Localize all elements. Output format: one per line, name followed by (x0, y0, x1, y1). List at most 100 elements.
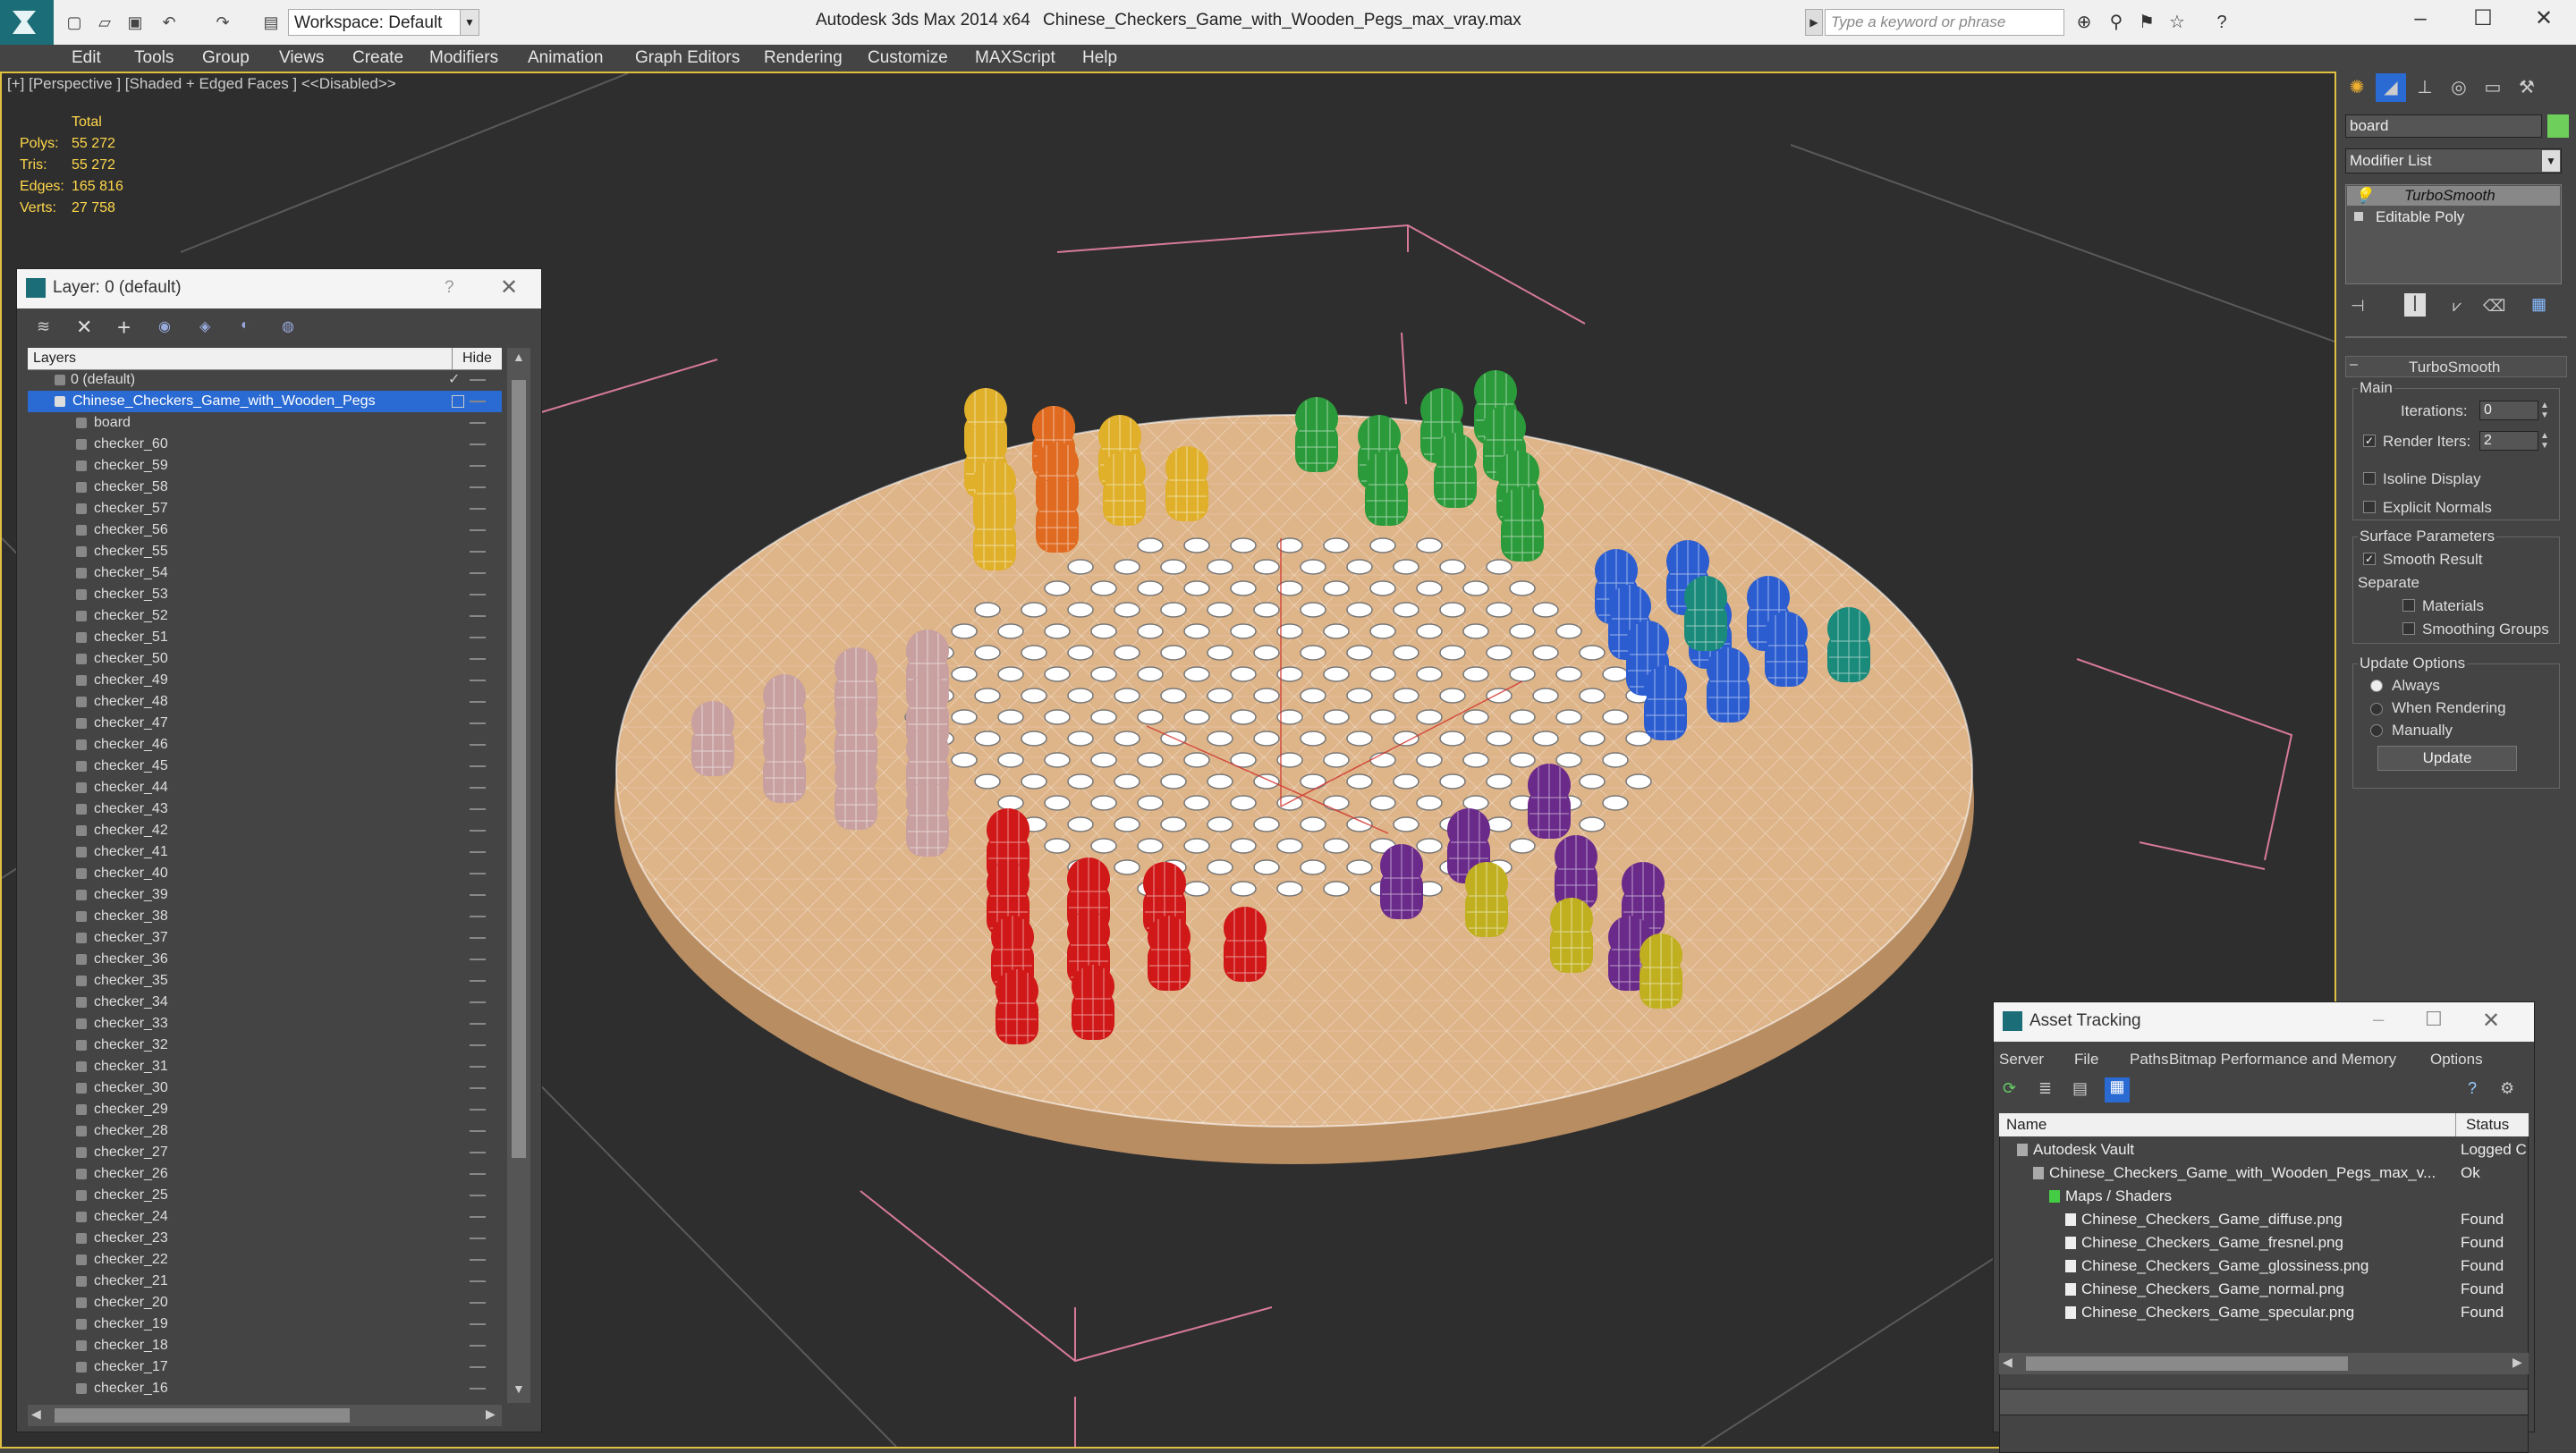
hide-toggle[interactable] (470, 508, 486, 510)
hide-toggle[interactable] (470, 830, 486, 832)
hide-toggle[interactable] (470, 551, 486, 553)
layer-object-row[interactable]: checker_38 (28, 906, 502, 927)
search-input[interactable]: Type a keyword or phrase (1825, 9, 2064, 36)
hscroll-thumb[interactable] (55, 1408, 350, 1423)
hide-toggle[interactable] (470, 615, 486, 617)
layer-object-row[interactable]: checker_33 (28, 1013, 502, 1035)
layer-object-row[interactable]: checker_58 (28, 477, 502, 498)
vertical-scrollbar[interactable]: ▲ ▼ (507, 348, 530, 1403)
turbosmooth-rollout-header[interactable]: – TurboSmooth (2345, 356, 2567, 377)
close-icon[interactable]: ✕ (2482, 1008, 2500, 1034)
layer-object-row[interactable]: checker_34 (28, 992, 502, 1013)
iterations-spinner[interactable]: 0 (2479, 401, 2538, 420)
help-query-icon[interactable]: ? (2468, 1079, 2477, 1098)
layer-object-row[interactable]: checker_35 (28, 970, 502, 992)
create-tab-icon[interactable]: ✺ (2342, 73, 2372, 102)
smoothing-groups-checkbox[interactable] (2402, 622, 2415, 635)
asset-menu-bitmap-performance[interactable]: Bitmap Performance and Memory (2169, 1047, 2396, 1072)
search-expand-icon[interactable]: ▶ (1805, 9, 1823, 36)
hscroll-thumb[interactable] (2026, 1356, 2348, 1371)
asset-row[interactable]: Chinese_Checkers_Game_diffuse.png Found (1999, 1208, 2529, 1231)
asset-row[interactable]: Chinese_Checkers_Game_fresnel.png Found (1999, 1231, 2529, 1254)
materials-checkbox[interactable] (2402, 599, 2415, 612)
hide-toggle[interactable] (470, 959, 486, 960)
utilities-tab-icon[interactable]: ⚒ (2512, 73, 2542, 102)
layer-object-row[interactable]: checker_28 (28, 1120, 502, 1142)
layer-object-row[interactable]: checker_29 (28, 1099, 502, 1120)
layer-object-row[interactable]: checker_26 (28, 1163, 502, 1185)
layer-object-row[interactable]: checker_37 (28, 927, 502, 949)
hide-toggle[interactable] (470, 1323, 486, 1325)
layer-object-row[interactable]: checker_27 (28, 1142, 502, 1163)
bulb-icon[interactable]: 💡 (2354, 186, 2373, 206)
layer-object-row[interactable]: checker_18 (28, 1335, 502, 1356)
hide-toggle[interactable] (470, 1130, 486, 1132)
project-folder-icon[interactable]: ▤ (259, 11, 283, 34)
viewport-label[interactable]: [+] [Perspective ] [Shaded + Edged Faces… (7, 75, 396, 93)
hide-toggle[interactable] (470, 594, 486, 596)
asset-path-field[interactable] (1999, 1389, 2529, 1415)
help-icon[interactable]: ? (2209, 11, 2234, 34)
redo-icon[interactable]: ↷ (211, 11, 234, 34)
grid-view-icon[interactable]: ▦ (2105, 1077, 2130, 1102)
layer-object-row[interactable]: checker_56 (28, 520, 502, 541)
hide-toggle[interactable] (470, 873, 486, 874)
menu-animation[interactable]: Animation (528, 45, 604, 72)
menu-group[interactable]: Group (202, 45, 250, 72)
object-name-field[interactable]: board (2345, 114, 2542, 138)
remove-modifier-icon[interactable]: ⌫ (2483, 297, 2505, 316)
asset-row[interactable]: Chinese_Checkers_Game_specular.png Found (1999, 1301, 2529, 1324)
layer-object-row[interactable]: checker_25 (28, 1185, 502, 1206)
layer-object-row[interactable]: checker_40 (28, 863, 502, 884)
layer-row-default[interactable]: 0 (default) ✓ (28, 369, 502, 391)
layer-object-row[interactable]: checker_50 (28, 648, 502, 670)
layer-object-row[interactable]: checker_36 (28, 949, 502, 970)
make-unique-icon[interactable]: ⩗ (2453, 297, 2462, 316)
collapse-icon[interactable]: – (2350, 357, 2358, 373)
spinner-arrows-icon[interactable]: ▲ ▼ (2540, 401, 2549, 420)
update-button[interactable]: Update (2377, 746, 2517, 771)
layer-object-row[interactable]: checker_17 (28, 1356, 502, 1378)
asset-menu-paths[interactable]: Paths (2130, 1047, 2168, 1072)
scrollbar-thumb[interactable] (512, 380, 526, 1158)
menu-tools[interactable]: Tools (134, 45, 174, 72)
horizontal-scrollbar[interactable]: ◀ ▶ (28, 1405, 502, 1426)
hide-toggle[interactable] (470, 529, 486, 531)
layer-object-row[interactable]: checker_45 (28, 756, 502, 777)
minimize-icon[interactable]: – (2392, 0, 2449, 41)
table-view-icon[interactable]: ▤ (2072, 1079, 2088, 1098)
hide-toggle[interactable] (470, 465, 486, 467)
hide-toggle[interactable] (470, 1388, 486, 1390)
new-file-icon[interactable]: ▢ (63, 11, 86, 34)
hide-toggle[interactable] (470, 1366, 486, 1368)
hide-toggle[interactable] (470, 1216, 486, 1218)
display-tab-icon[interactable]: ▭ (2478, 73, 2508, 102)
chevron-down-icon[interactable]: ▼ (460, 9, 479, 36)
hide-toggle[interactable] (470, 1023, 486, 1025)
hide-toggle[interactable] (470, 701, 486, 703)
asset-row[interactable]: Chinese_Checkers_Game_normal.png Found (1999, 1278, 2529, 1301)
app-logo-icon[interactable] (0, 0, 54, 45)
settings-icon[interactable]: ⚙ (2500, 1079, 2514, 1098)
hide-toggle[interactable] (470, 1001, 486, 1003)
hide-toggle[interactable] (470, 787, 486, 789)
layer-object-row[interactable]: checker_19 (28, 1314, 502, 1335)
menu-views[interactable]: Views (279, 45, 324, 72)
hide-toggle[interactable] (470, 401, 486, 402)
hide-toggle[interactable] (470, 572, 486, 574)
hierarchy-tab-icon[interactable]: ⊥ (2410, 73, 2440, 102)
scroll-left-icon[interactable]: ◀ (31, 1407, 41, 1422)
close-icon[interactable]: ✕ (500, 275, 518, 300)
asset-dialog-header[interactable]: Asset Tracking – ☐ ✕ (1994, 1002, 2534, 1042)
hide-toggle[interactable] (470, 379, 486, 381)
object-color-swatch[interactable] (2547, 114, 2569, 138)
hide-toggle[interactable] (470, 765, 486, 767)
hide-toggle[interactable] (470, 1152, 486, 1153)
menu-modifiers[interactable]: Modifiers (429, 45, 498, 72)
layer-object-row[interactable]: checker_42 (28, 820, 502, 841)
hide-toggle[interactable] (470, 486, 486, 488)
hide-toggle[interactable] (470, 1345, 486, 1347)
hide-toggle[interactable] (470, 894, 486, 896)
hide-toggle[interactable] (470, 808, 486, 810)
hide-toggle[interactable] (470, 1173, 486, 1175)
